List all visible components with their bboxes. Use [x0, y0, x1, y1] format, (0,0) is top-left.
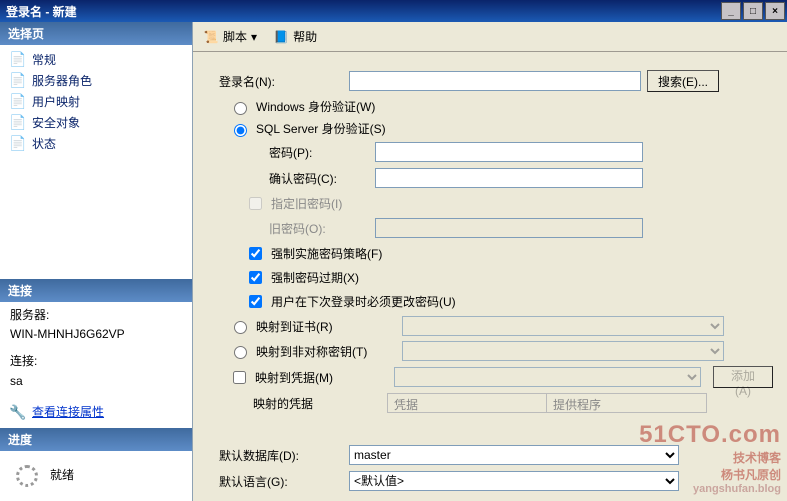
progress-header: 进度: [0, 428, 192, 451]
default-language-select[interactable]: <默认值>: [349, 471, 679, 491]
password-label: 密码(P):: [245, 144, 375, 161]
page-icon: 📄: [10, 136, 26, 152]
view-connection-props[interactable]: 🔧 查看连接属性: [10, 401, 182, 424]
page-user-mapping[interactable]: 📄 用户映射: [4, 91, 188, 112]
map-asym-key-label: 映射到非对称密钥(T): [256, 343, 396, 360]
left-panel: 选择页 📄 常规 📄 服务器角色 📄 用户映射 📄 安全对象 📄 状态 连接 服务器: W…: [0, 22, 193, 501]
page-securables[interactable]: 📄 安全对象: [4, 112, 188, 133]
password-input[interactable]: [375, 142, 643, 162]
page-icon: 📄: [10, 73, 26, 89]
default-database-label: 默认数据库(D):: [219, 447, 349, 464]
old-password-label: 旧密码(O):: [245, 220, 375, 237]
help-icon: 📘: [273, 29, 289, 45]
windows-auth-label: Windows 身份验证(W): [256, 98, 375, 115]
view-connection-props-link[interactable]: 查看连接属性: [32, 403, 104, 422]
form-area: 登录名(N): 搜索(E)... Windows 身份验证(W) SQL Ser…: [193, 52, 787, 501]
specify-old-password-checkbox: [249, 197, 262, 210]
page-general[interactable]: 📄 常规: [4, 49, 188, 70]
add-credential-button: 添加(A): [713, 366, 773, 388]
confirm-password-label: 确认密码(C):: [245, 170, 375, 187]
old-password-input: [375, 218, 643, 238]
provider-column-header: 提供程序: [547, 393, 707, 413]
window-title: 登录名 - 新建: [6, 3, 77, 20]
map-credential-label: 映射到凭据(M): [255, 369, 388, 386]
page-label: 服务器角色: [32, 72, 92, 89]
asym-key-select: [402, 341, 724, 361]
help-button[interactable]: 📘 帮助: [269, 26, 321, 47]
enforce-expiration-checkbox[interactable]: [249, 271, 262, 284]
page-icon: 📄: [10, 115, 26, 131]
right-panel: 📜 脚本 ▾ 📘 帮助 登录名(N): 搜索(E)... Windows 身份验…: [193, 22, 787, 501]
enforce-policy-checkbox[interactable]: [249, 247, 262, 260]
select-page-header: 选择页: [0, 22, 192, 45]
mapped-credentials-label: 映射的凭据: [253, 395, 387, 412]
server-label: 服务器:: [10, 306, 182, 325]
help-label: 帮助: [293, 28, 317, 45]
login-name-input[interactable]: [349, 71, 641, 91]
properties-icon: 🔧: [10, 404, 26, 420]
page-icon: 📄: [10, 52, 26, 68]
script-label: 脚本: [223, 28, 247, 45]
map-certificate-radio[interactable]: [234, 321, 247, 334]
must-change-password-checkbox[interactable]: [249, 295, 262, 308]
credential-column-header: 凭据: [387, 393, 547, 413]
connection-label: 连接:: [10, 352, 182, 371]
specify-old-password-label: 指定旧密码(I): [271, 195, 342, 212]
default-language-label: 默认语言(G):: [219, 473, 349, 490]
search-button[interactable]: 搜索(E)...: [647, 70, 719, 92]
maximize-button[interactable]: □: [743, 2, 763, 20]
close-button[interactable]: ×: [765, 2, 785, 20]
map-credential-checkbox[interactable]: [233, 371, 246, 384]
script-button[interactable]: 📜 脚本 ▾: [199, 26, 261, 47]
toolbar: 📜 脚本 ▾ 📘 帮助: [193, 22, 787, 52]
page-status[interactable]: 📄 状态: [4, 133, 188, 154]
page-label: 常规: [32, 51, 56, 68]
connection-header: 连接: [0, 279, 192, 302]
confirm-password-input[interactable]: [375, 168, 643, 188]
sql-auth-label: SQL Server 身份验证(S): [256, 120, 386, 137]
login-name-label: 登录名(N):: [219, 73, 349, 90]
dropdown-icon: ▾: [251, 30, 257, 44]
page-icon: 📄: [10, 94, 26, 110]
default-database-select[interactable]: master: [349, 445, 679, 465]
script-icon: 📜: [203, 29, 219, 45]
sql-auth-radio[interactable]: [234, 124, 247, 137]
certificate-select: [402, 316, 724, 336]
enforce-expiration-label: 强制密码过期(X): [271, 269, 359, 286]
connection-value: sa: [10, 372, 182, 391]
page-label: 状态: [32, 135, 56, 152]
progress-spinner-icon: [16, 465, 38, 487]
minimize-button[interactable]: _: [721, 2, 741, 20]
server-value: WIN-MHNHJ6G62VP: [10, 325, 182, 344]
map-asym-key-radio[interactable]: [234, 346, 247, 359]
credential-select: [394, 367, 701, 387]
progress-status: 就绪: [50, 466, 74, 485]
window-titlebar: 登录名 - 新建 _ □ ×: [0, 0, 787, 22]
map-certificate-label: 映射到证书(R): [256, 318, 396, 335]
enforce-policy-label: 强制实施密码策略(F): [271, 245, 382, 262]
must-change-password-label: 用户在下次登录时必须更改密码(U): [271, 293, 456, 310]
page-label: 安全对象: [32, 114, 80, 131]
page-server-roles[interactable]: 📄 服务器角色: [4, 70, 188, 91]
windows-auth-radio[interactable]: [234, 102, 247, 115]
page-label: 用户映射: [32, 93, 80, 110]
